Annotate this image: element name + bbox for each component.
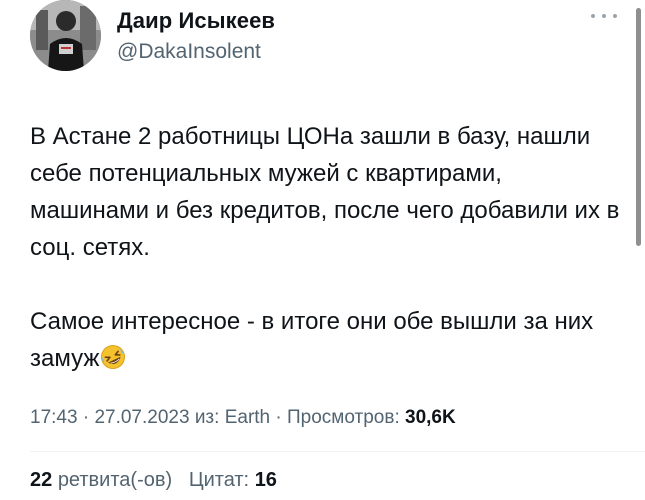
scrollbar-thumb[interactable] — [636, 8, 641, 246]
tweet-card: Даир Исыкеев @DakaInsolent В Астане 2 ра… — [0, 0, 645, 500]
tweet-time[interactable]: 17:43 — [30, 407, 78, 428]
divider — [30, 451, 645, 452]
tweet-source: Earth — [224, 407, 271, 428]
author-display-name[interactable]: Даир Исыкеев — [117, 8, 275, 34]
retweets-count: 22 — [30, 469, 53, 491]
meta-separator: · — [275, 407, 282, 428]
more-dot — [602, 14, 606, 18]
meta-separator: · — [82, 407, 90, 428]
author-handle[interactable]: @DakaInsolent — [117, 40, 261, 64]
tweet-date[interactable]: 27.07.2023 — [94, 407, 189, 428]
quotes-count: 16 — [254, 469, 277, 491]
user-photo-avatar-icon — [30, 0, 101, 71]
rolling-on-floor-laughing-emoji-icon — [100, 344, 126, 381]
author-avatar[interactable] — [30, 0, 101, 71]
tweet-stats: 22 ретвита(-ов) Цитат: 16 — [30, 469, 277, 492]
more-options-icon[interactable] — [591, 6, 617, 26]
more-dot — [613, 14, 617, 18]
tweet-text: В Астане 2 работницы ЦОНа зашли в базу, … — [30, 118, 620, 381]
views-label: Просмотров: — [287, 407, 400, 428]
quotes-label: Цитат: — [188, 469, 250, 491]
views-count: 30,6K — [405, 407, 456, 428]
tweet-paragraph-2: Самое интересное - в итоге они обе вышли… — [30, 303, 620, 381]
tweet-paragraph-1: В Астане 2 работницы ЦОНа зашли в базу, … — [30, 123, 620, 261]
source-prefix: из: — [194, 407, 220, 428]
retweets-link[interactable]: 22 ретвита(-ов) — [30, 469, 172, 491]
retweets-label: ретвита(-ов) — [57, 469, 173, 491]
tweet-meta: 17:43 · 27.07.2023 из: Earth · Просмотро… — [30, 407, 456, 429]
more-dot — [591, 14, 595, 18]
quotes-link[interactable]: Цитат: 16 — [189, 469, 277, 491]
